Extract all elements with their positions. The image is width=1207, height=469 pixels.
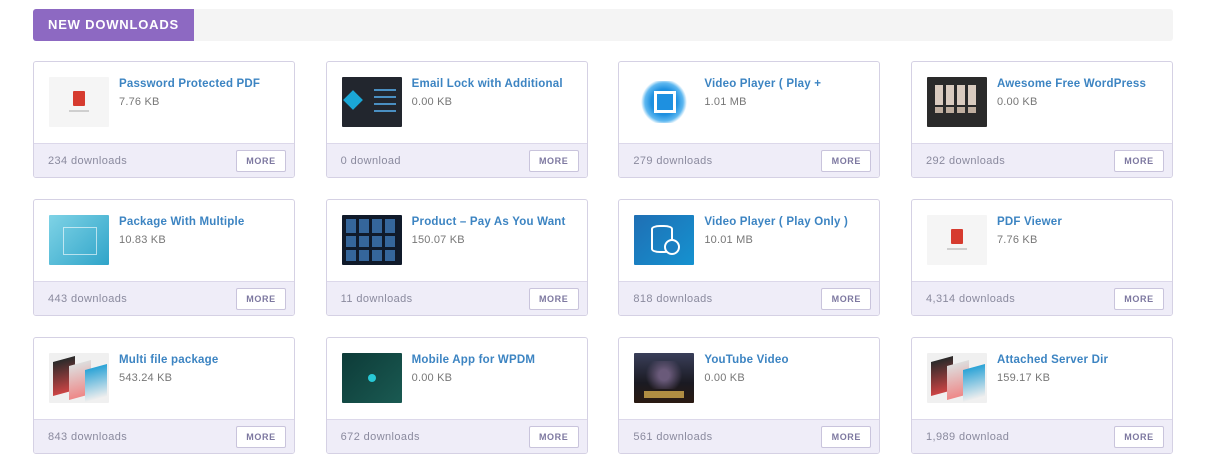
download-card: Awesome Free WordPress 0.00 KB 292 downl… (910, 61, 1173, 178)
file-size: 1.01 MB (704, 96, 747, 108)
card-footer: 818 downloads MORE (619, 281, 880, 315)
more-button[interactable]: MORE (528, 426, 579, 448)
card-footer: 443 downloads MORE (34, 281, 294, 315)
download-count: 11 downloads (340, 293, 413, 305)
file-size: 7.76 KB (996, 234, 1038, 246)
download-card: YouTube Video 0.00 KB 561 downloads MORE (618, 337, 881, 454)
card-footer: 561 downloads MORE (619, 419, 880, 453)
card-title-link[interactable]: Email Lock with Additional (412, 78, 579, 90)
download-card: PDF Viewer 7.76 KB 4,314 downloads MORE (910, 199, 1173, 316)
package-icon[interactable] (49, 215, 109, 265)
card-footer: 234 downloads MORE (34, 143, 294, 177)
download-card: Email Lock with Additional 0.00 KB 0 dow… (325, 61, 588, 178)
card-body: Awesome Free WordPress 0.00 KB (912, 62, 1172, 143)
video-splash-icon[interactable] (634, 77, 695, 127)
card-body: Email Lock with Additional 0.00 KB (327, 62, 587, 143)
card-body: Multi file package 543.24 KB (34, 338, 294, 419)
more-button[interactable]: MORE (236, 426, 286, 448)
download-count: 843 downloads (48, 431, 128, 443)
download-count: 234 downloads (48, 155, 128, 167)
file-size: 10.01 MB (704, 234, 753, 246)
download-count: 279 downloads (633, 155, 713, 167)
section-title: NEW DOWNLOADS (33, 9, 194, 41)
download-card: Multi file package 543.24 KB 843 downloa… (33, 337, 295, 454)
game-poster-icon[interactable] (634, 353, 695, 403)
card-body: PDF Viewer 7.76 KB (912, 200, 1172, 281)
screens-icon[interactable] (926, 353, 987, 403)
download-card: Video Player ( Play Only ) 10.01 MB 818 … (618, 199, 881, 316)
card-title-link[interactable]: Video Player ( Play + (704, 78, 871, 90)
file-size: 150.07 KB (411, 234, 465, 246)
download-count: 0 download (340, 155, 401, 167)
mobile-app-icon[interactable] (341, 353, 402, 403)
file-size: 10.83 KB (119, 234, 166, 246)
card-body: Video Player ( Play Only ) 10.01 MB (619, 200, 879, 281)
file-size: 543.24 KB (119, 372, 173, 384)
card-footer: 279 downloads MORE (619, 143, 880, 177)
card-footer: 292 downloads MORE (911, 143, 1172, 177)
more-button[interactable]: MORE (1113, 426, 1164, 448)
card-footer: 843 downloads MORE (34, 419, 294, 453)
download-card: Video Player ( Play + 1.01 MB 279 downlo… (618, 61, 881, 178)
more-button[interactable]: MORE (1113, 150, 1164, 172)
card-body: Password Protected PDF 7.76 KB (34, 62, 294, 143)
card-footer: 11 downloads MORE (326, 281, 587, 315)
email-lock-icon[interactable] (341, 77, 402, 127)
more-button[interactable]: MORE (236, 288, 286, 310)
card-title-link[interactable]: YouTube Video (704, 354, 871, 366)
database-download-icon[interactable] (634, 215, 695, 265)
card-title-link[interactable]: PDF Viewer (997, 216, 1164, 228)
pdf-icon[interactable] (926, 215, 987, 265)
card-title-link[interactable]: Attached Server Dir (997, 354, 1164, 366)
screens-icon[interactable] (49, 353, 109, 403)
download-card: Attached Server Dir 159.17 KB 1,989 down… (910, 337, 1173, 454)
card-body: Attached Server Dir 159.17 KB (912, 338, 1172, 419)
more-button[interactable]: MORE (1113, 288, 1164, 310)
more-button[interactable]: MORE (821, 426, 872, 448)
more-button[interactable]: MORE (528, 288, 579, 310)
product-grid-icon[interactable] (341, 215, 402, 265)
card-title-link[interactable]: Mobile App for WPDM (412, 354, 579, 366)
download-card: Package With Multiple 10.83 KB 443 downl… (33, 199, 295, 316)
file-size: 0.00 KB (411, 372, 453, 384)
more-button[interactable]: MORE (821, 288, 872, 310)
file-size: 0.00 KB (996, 96, 1038, 108)
download-card: Mobile App for WPDM 0.00 KB 672 download… (325, 337, 588, 454)
file-size: 0.00 KB (411, 96, 453, 108)
card-footer: 672 downloads MORE (326, 419, 587, 453)
card-footer: 0 download MORE (326, 143, 587, 177)
more-button[interactable]: MORE (236, 150, 286, 172)
download-card: Product – Pay As You Want 150.07 KB 11 d… (325, 199, 588, 316)
card-title-link[interactable]: Video Player ( Play Only ) (704, 216, 871, 228)
card-body: Product – Pay As You Want 150.07 KB (327, 200, 587, 281)
wordpress-theme-icon[interactable] (926, 77, 987, 127)
more-button[interactable]: MORE (528, 150, 579, 172)
card-footer: 1,989 download MORE (911, 419, 1172, 453)
download-count: 4,314 downloads (925, 293, 1016, 305)
downloads-grid: Password Protected PDF 7.76 KB 234 downl… (33, 61, 1173, 454)
pdf-icon[interactable] (49, 77, 109, 127)
section-header: NEW DOWNLOADS (33, 9, 1173, 41)
download-card: Password Protected PDF 7.76 KB 234 downl… (33, 61, 295, 178)
file-size: 159.17 KB (996, 372, 1051, 384)
card-footer: 4,314 downloads MORE (911, 281, 1172, 315)
card-title-link[interactable]: Multi file package (119, 354, 286, 366)
card-body: Mobile App for WPDM 0.00 KB (327, 338, 587, 419)
more-button[interactable]: MORE (821, 150, 872, 172)
download-count: 292 downloads (925, 155, 1006, 167)
card-body: Package With Multiple 10.83 KB (34, 200, 294, 281)
card-title-link[interactable]: Password Protected PDF (119, 78, 286, 90)
download-count: 672 downloads (340, 431, 420, 443)
card-body: YouTube Video 0.00 KB (619, 338, 879, 419)
card-title-link[interactable]: Package With Multiple (119, 216, 286, 228)
file-size: 7.76 KB (119, 96, 160, 108)
download-count: 561 downloads (633, 431, 713, 443)
download-count: 818 downloads (633, 293, 713, 305)
download-count: 443 downloads (48, 293, 128, 305)
card-title-link[interactable]: Product – Pay As You Want (412, 216, 579, 228)
download-count: 1,989 download (925, 431, 1010, 443)
file-size: 0.00 KB (704, 372, 745, 384)
card-title-link[interactable]: Awesome Free WordPress (997, 78, 1164, 90)
card-body: Video Player ( Play + 1.01 MB (619, 62, 879, 143)
